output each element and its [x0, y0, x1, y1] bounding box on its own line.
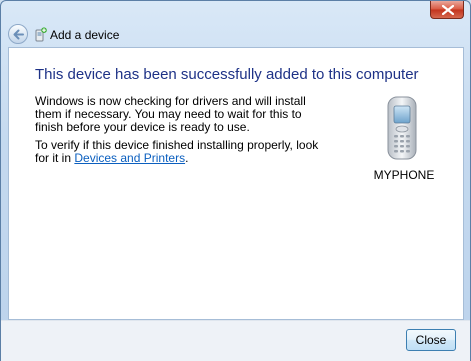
back-button[interactable] — [8, 24, 28, 44]
verify-info-text: To verify if this device finished instal… — [35, 139, 320, 165]
driver-info-text: Windows is now checking for drivers and … — [35, 94, 306, 134]
mobile-phone-icon — [387, 96, 417, 160]
close-button[interactable]: Close — [406, 329, 456, 351]
footer-bar — [1, 320, 470, 361]
add-device-window: Add a device This device has been succes… — [0, 0, 471, 361]
title-bar: Add a device — [1, 1, 470, 47]
back-arrow-icon — [13, 29, 24, 40]
page-heading: This device has been successfully added … — [35, 66, 419, 83]
device-name-label: MYPHONE — [373, 168, 435, 182]
close-icon — [442, 5, 454, 15]
window-title: Add a device — [50, 28, 120, 42]
content-panel: This device has been successfully added … — [8, 47, 464, 320]
devices-and-printers-link[interactable]: Devices and Printers — [74, 151, 185, 165]
verify-text-suffix: . — [185, 151, 189, 165]
add-device-icon — [35, 27, 47, 42]
window-close-button[interactable] — [430, 1, 464, 19]
